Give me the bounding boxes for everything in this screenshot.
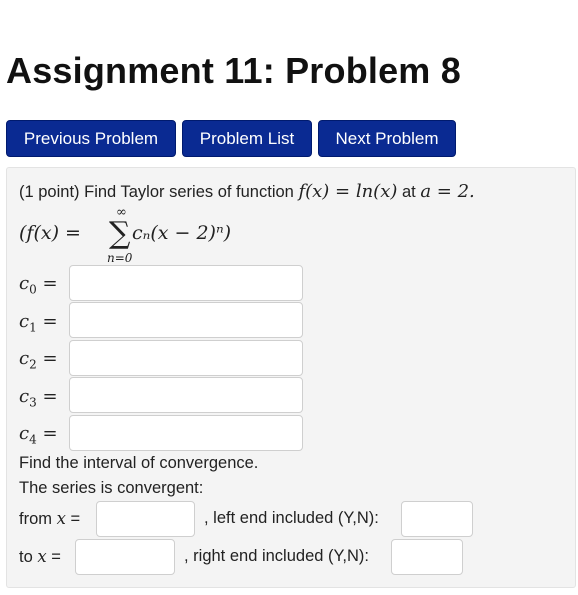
series-formula: (f(x) = ∞ ∑ n=0 cₙ(x − 2)ⁿ) bbox=[19, 205, 319, 266]
coefficient-input-c0[interactable] bbox=[69, 265, 303, 301]
problem-body: (1 point) Find Taylor series of function… bbox=[6, 167, 576, 588]
coefficient-label-c0: c0 = bbox=[19, 273, 58, 297]
convergent-text: The series is convergent: bbox=[19, 479, 204, 497]
left-end-included-input[interactable] bbox=[401, 501, 473, 537]
problem-statement: (1 point) Find Taylor series of function… bbox=[19, 181, 475, 202]
from-label: from x = bbox=[19, 509, 81, 528]
coefficient-input-c1[interactable] bbox=[69, 302, 303, 338]
center-point: a = 2. bbox=[420, 181, 475, 202]
page-title: Assignment 11: Problem 8 bbox=[6, 50, 461, 91]
next-problem-button[interactable]: Next Problem bbox=[318, 120, 456, 157]
to-value-input[interactable] bbox=[75, 539, 175, 575]
interval-prompt: Find the interval of convergence. bbox=[19, 454, 259, 472]
coefficient-input-c2[interactable] bbox=[69, 340, 303, 376]
right-end-label: , right end included (Y,N): bbox=[184, 547, 369, 565]
problem-navigation: Previous Problem Problem List Next Probl… bbox=[6, 120, 456, 157]
summation-sigma-icon: ∑ bbox=[109, 216, 131, 251]
to-label: to x = bbox=[19, 547, 61, 566]
right-end-included-input[interactable] bbox=[391, 539, 463, 575]
coefficient-label-c3: c3 = bbox=[19, 386, 58, 410]
at-text: at bbox=[401, 183, 416, 201]
coefficient-input-c4[interactable] bbox=[69, 415, 303, 451]
previous-problem-button[interactable]: Previous Problem bbox=[6, 120, 176, 157]
left-end-label: , left end included (Y,N): bbox=[204, 509, 379, 527]
problem-list-button[interactable]: Problem List bbox=[182, 120, 312, 157]
sum-lower-limit: n=0 bbox=[107, 251, 133, 265]
coefficient-input-c3[interactable] bbox=[69, 377, 303, 413]
intro-text: Find Taylor series of function bbox=[84, 183, 294, 201]
coefficient-label-c2: c2 = bbox=[19, 348, 58, 372]
coefficient-label-c4: c4 = bbox=[19, 423, 58, 447]
function-expression: f(x) = ln(x) bbox=[298, 181, 398, 202]
from-value-input[interactable] bbox=[96, 501, 195, 537]
coefficient-label-c1: c1 = bbox=[19, 311, 58, 335]
series-term: cₙ(x − 2)ⁿ) bbox=[132, 222, 232, 244]
points-label: (1 point) bbox=[19, 183, 80, 201]
series-lhs: (f(x) = bbox=[19, 222, 81, 244]
